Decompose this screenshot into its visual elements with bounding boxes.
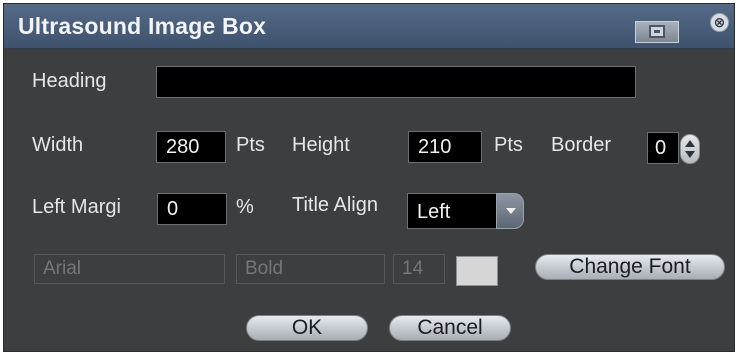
minimize-window-icon[interactable]: [635, 21, 679, 43]
change-font-button[interactable]: Change Font: [535, 254, 725, 280]
left-margin-label: Left Margi: [32, 196, 121, 218]
height-label: Height: [292, 134, 350, 156]
title-align-label: Title Align: [292, 194, 378, 216]
spin-down-icon[interactable]: [685, 151, 695, 158]
ok-button[interactable]: OK: [246, 315, 368, 341]
width-label: Width: [32, 134, 84, 156]
close-icon[interactable]: ⊗: [710, 13, 729, 32]
font-color-swatch[interactable]: [456, 256, 498, 286]
border-spinner[interactable]: [680, 134, 700, 164]
heading-input[interactable]: [156, 66, 636, 98]
window-glyph-icon: [649, 25, 665, 38]
left-margin-unit-label: %: [236, 196, 254, 218]
spin-up-icon[interactable]: [685, 140, 695, 147]
border-label: Border: [551, 134, 612, 156]
dialog-title: Ultrasound Image Box: [18, 13, 267, 39]
heading-label: Heading: [32, 70, 107, 92]
dropdown-arrow-icon[interactable]: [496, 193, 524, 229]
font-size-field: 14: [393, 254, 445, 284]
font-style-field: Bold: [236, 254, 385, 284]
title-align-select[interactable]: Left: [407, 193, 497, 229]
font-family-field: Arial: [34, 254, 225, 284]
cancel-button[interactable]: Cancel: [389, 315, 511, 341]
left-margin-input[interactable]: 0: [157, 193, 227, 225]
height-unit-label: Pts: [494, 134, 523, 156]
width-input[interactable]: 280: [156, 131, 226, 163]
height-input[interactable]: 210: [408, 131, 482, 163]
ultrasound-image-box-dialog: Ultrasound Image Box ⊗ Heading Width 280…: [3, 3, 735, 352]
border-input[interactable]: 0: [647, 132, 679, 164]
title-bar[interactable]: Ultrasound Image Box ⊗: [4, 4, 734, 49]
width-unit-label: Pts: [236, 134, 265, 156]
